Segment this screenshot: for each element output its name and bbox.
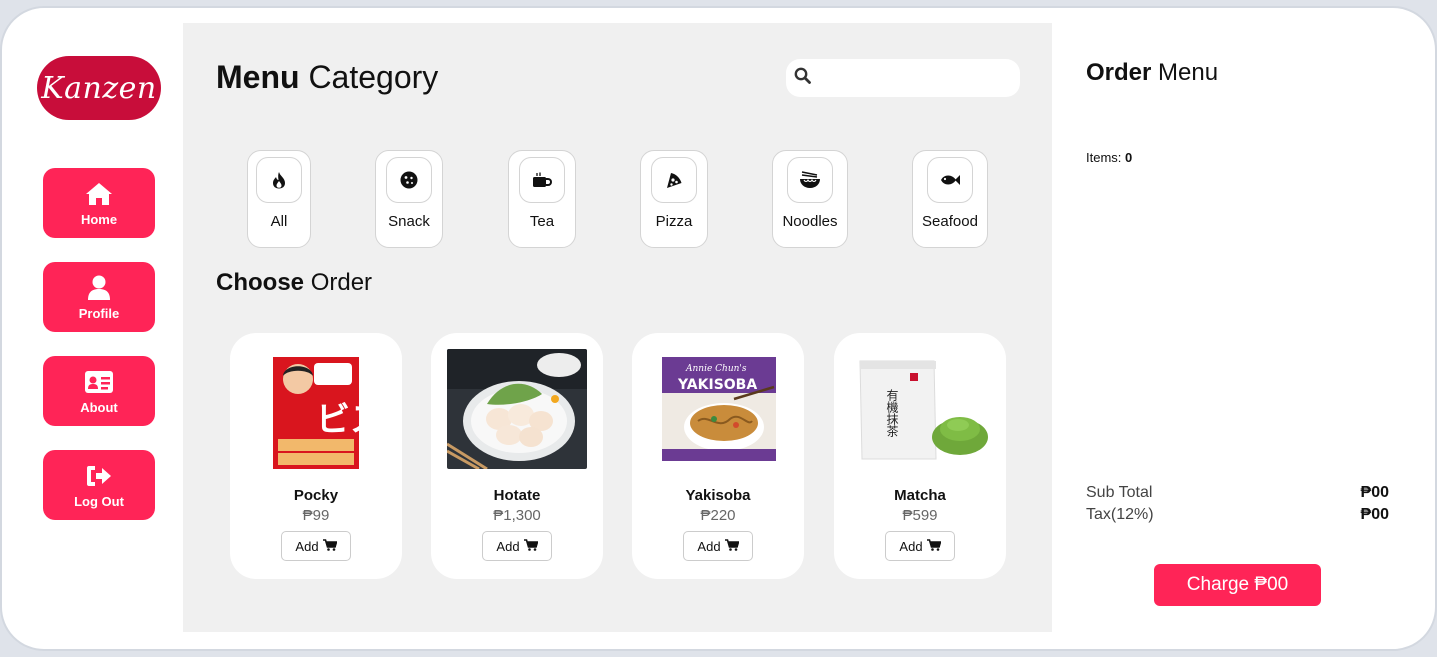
- search-input[interactable]: [817, 63, 1007, 93]
- product-name: Yakisoba: [685, 487, 751, 504]
- search-icon: [794, 67, 811, 89]
- matcha-label-text: 有機抹茶: [885, 389, 899, 437]
- mug-icon: [519, 157, 565, 203]
- sidebar-item-label: About: [80, 399, 118, 415]
- sidebar-item-profile[interactable]: Profile: [43, 262, 155, 332]
- main-panel: Menu Category All Snack Tea Pizza Noodle…: [183, 23, 1052, 632]
- cart-icon: [322, 538, 338, 554]
- subtotal-row: Sub Total ₱00: [1086, 484, 1389, 502]
- yakisoba-brand-text: Annie Chun's: [685, 364, 747, 374]
- add-button-label: Add: [697, 538, 721, 554]
- category-label: Noodles: [782, 213, 838, 230]
- product-card-hotate: Hotate ₱1,300 Add: [431, 333, 603, 579]
- add-to-cart-button[interactable]: Add: [885, 531, 955, 561]
- items-count: Items: 0: [1086, 150, 1132, 165]
- add-to-cart-button[interactable]: Add: [482, 531, 552, 561]
- tax-value: ₱00: [1360, 506, 1389, 523]
- sidebar-item-label: Home: [80, 211, 118, 227]
- category-label: Snack: [388, 213, 430, 230]
- cart-icon: [926, 538, 942, 554]
- charge-button[interactable]: Charge ₱00: [1154, 564, 1321, 606]
- product-card-pocky: ビスコ Pocky ₱99 Add: [230, 333, 402, 579]
- product-name: Matcha: [894, 487, 946, 504]
- home-icon: [85, 180, 113, 208]
- cookie-icon: [386, 157, 432, 203]
- sidebar-item-logout[interactable]: Log Out: [43, 450, 155, 520]
- product-price: ₱1,300: [493, 507, 541, 524]
- fish-icon: [927, 157, 973, 203]
- sidebar: Kanzen Home Profile About Log Out: [14, 23, 183, 632]
- sidebar-item-home[interactable]: Home: [43, 168, 155, 238]
- page-title-bold: Menu: [216, 59, 300, 95]
- category-noodles[interactable]: Noodles: [772, 150, 848, 248]
- product-price: ₱220: [700, 507, 736, 524]
- section-title: Choose Order: [216, 269, 372, 297]
- items-label: Items:: [1086, 150, 1122, 165]
- add-button-label: Add: [899, 538, 923, 554]
- product-image-pocky: ビスコ: [246, 349, 386, 469]
- order-title: Order Menu: [1086, 59, 1218, 87]
- product-card-matcha: 有機抹茶 Matcha ₱599 Add: [834, 333, 1006, 579]
- page-title: Menu Category: [216, 59, 438, 96]
- tax-row: Tax(12%) ₱00: [1086, 506, 1389, 524]
- noodle-bowl-icon: [787, 157, 833, 203]
- cart-icon: [724, 538, 740, 554]
- cart-icon: [523, 538, 539, 554]
- category-tea[interactable]: Tea: [508, 150, 576, 248]
- category-label: All: [270, 213, 288, 230]
- add-button-label: Add: [295, 538, 319, 554]
- category-label: Pizza: [655, 213, 693, 230]
- product-image-yakisoba: Annie Chun's YAKISOBA: [648, 349, 788, 469]
- page-title-rest: Category: [308, 59, 439, 95]
- order-panel: Order Menu Items: 0 Sub Total ₱00 Tax(12…: [1052, 23, 1420, 632]
- add-to-cart-button[interactable]: Add: [281, 531, 351, 561]
- category-pizza[interactable]: Pizza: [640, 150, 708, 248]
- subtotal-label: Sub Total: [1086, 484, 1153, 501]
- id-card-icon: [85, 368, 113, 396]
- sidebar-item-label: Log Out: [74, 493, 124, 509]
- tax-label: Tax(12%): [1086, 506, 1154, 523]
- product-image-hotate: [447, 349, 587, 469]
- product-card-yakisoba: Annie Chun's YAKISOBA Yakisoba ₱220 Add: [632, 333, 804, 579]
- section-title-bold: Choose: [216, 269, 305, 296]
- order-title-bold: Order: [1086, 59, 1152, 86]
- yakisoba-title-text: YAKISOBA: [677, 377, 757, 393]
- sidebar-item-label: Profile: [78, 305, 120, 321]
- items-value: 0: [1125, 150, 1133, 165]
- product-name: Pocky: [293, 487, 339, 504]
- brand-logo: Kanzen: [37, 56, 161, 120]
- category-label: Tea: [529, 213, 555, 230]
- add-button-label: Add: [496, 538, 520, 554]
- fire-icon: [256, 157, 302, 203]
- category-seafood[interactable]: Seafood: [912, 150, 988, 248]
- product-name: Hotate: [493, 487, 541, 504]
- app-frame: Kanzen Home Profile About Log Out Menu C…: [14, 23, 1420, 632]
- product-price: ₱599: [902, 507, 938, 524]
- add-to-cart-button[interactable]: Add: [683, 531, 753, 561]
- user-icon: [85, 274, 113, 302]
- category-all[interactable]: All: [247, 150, 311, 248]
- category-snack[interactable]: Snack: [375, 150, 443, 248]
- product-image-matcha: 有機抹茶: [850, 349, 990, 469]
- section-title-rest: Order: [310, 269, 373, 296]
- category-label: Seafood: [922, 213, 978, 230]
- pizza-slice-icon: [651, 157, 697, 203]
- logout-icon: [85, 462, 113, 490]
- product-price: ₱99: [302, 507, 330, 524]
- order-title-rest: Menu: [1158, 59, 1219, 86]
- sidebar-item-about[interactable]: About: [43, 356, 155, 426]
- search-box[interactable]: [786, 59, 1020, 97]
- subtotal-value: ₱00: [1360, 484, 1389, 501]
- pocky-logo-text: ビスコ: [316, 400, 386, 440]
